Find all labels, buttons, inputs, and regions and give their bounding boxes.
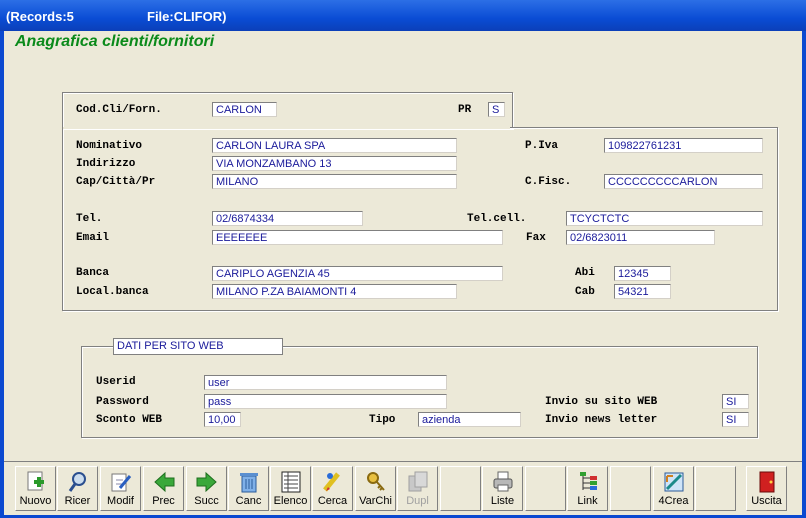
telcell-field[interactable]: TCYCTCTC xyxy=(566,211,763,226)
sconto-label: Sconto WEB xyxy=(96,414,163,426)
userid-label: Userid xyxy=(96,376,136,388)
window-frame-right xyxy=(802,31,806,518)
search-icon xyxy=(68,472,86,492)
page-title: Anagrafica clienti/fornitori xyxy=(15,33,215,50)
new-document-icon xyxy=(27,471,44,491)
localbanca-label: Local.banca xyxy=(76,286,149,298)
web-panel-legend: DATI PER SITO WEB xyxy=(113,338,283,355)
pr-label: PR xyxy=(458,104,472,116)
design-tools-icon xyxy=(664,472,684,492)
title-bar: (Records:5 File:CLIFOR) xyxy=(0,0,806,31)
cap-label: Cap/Città/Pr xyxy=(76,176,156,188)
uscita-button[interactable]: Uscita xyxy=(746,466,787,511)
tel-field[interactable]: 02/6874334 xyxy=(212,211,363,226)
indirizzo-field[interactable]: VIA MONZAMBANO 13 xyxy=(212,156,457,171)
records-count: (Records:5 xyxy=(6,9,74,24)
localbanca-field[interactable]: MILANO P.ZA BAIAMONTI 4 xyxy=(212,284,457,299)
nominativo-label: Nominativo xyxy=(76,140,143,152)
key-icon xyxy=(367,472,385,491)
userid-field[interactable]: user xyxy=(204,375,447,390)
banca-label: Banca xyxy=(76,267,110,279)
blank-button-2[interactable] xyxy=(525,466,566,511)
indirizzo-label: Indirizzo xyxy=(76,158,136,170)
codcli-label: Cod.Cli/Forn. xyxy=(76,104,162,116)
piva-label: P.Iva xyxy=(525,140,559,152)
password-field[interactable]: pass xyxy=(204,394,447,409)
invio-sito-field[interactable]: SI xyxy=(722,394,749,409)
email-label: Email xyxy=(76,232,110,244)
printer-icon xyxy=(493,471,513,492)
duplicate-icon xyxy=(408,471,428,492)
nominativo-field[interactable]: CARLON LAURA SPA xyxy=(212,138,457,153)
cab-field[interactable]: 54321 xyxy=(614,284,671,299)
codcli-field[interactable]: CARLON xyxy=(212,102,277,117)
abi-field[interactable]: 12345 xyxy=(614,266,671,281)
invio-news-label: Invio news letter xyxy=(545,414,658,426)
tipo-field[interactable]: azienda xyxy=(418,412,521,427)
piva-field[interactable]: 109822761231 xyxy=(604,138,763,153)
blank-button-1[interactable] xyxy=(440,466,481,511)
liste-button[interactable]: Liste xyxy=(482,466,523,511)
invio-news-field[interactable]: SI xyxy=(722,412,749,427)
modif-button[interactable]: Modif xyxy=(100,466,141,511)
list-icon xyxy=(281,471,301,493)
crea-button[interactable]: 4Crea xyxy=(653,466,694,511)
exit-door-icon xyxy=(759,471,775,493)
ricer-button[interactable]: Ricer xyxy=(57,466,98,511)
panel-join xyxy=(63,127,510,129)
telcell-label: Tel.cell. xyxy=(467,213,527,225)
fax-label: Fax xyxy=(526,232,546,244)
elenco-button[interactable]: Elenco xyxy=(270,466,311,511)
banca-field[interactable]: CARIPLO AGENZIA 45 xyxy=(212,266,503,281)
arrow-right-icon xyxy=(196,471,217,493)
tel-label: Tel. xyxy=(76,213,103,225)
cerca-button[interactable]: Cerca xyxy=(312,466,353,511)
pr-field[interactable]: S xyxy=(488,102,505,117)
cfisc-label: C.Fisc. xyxy=(525,176,572,188)
prec-button[interactable]: Prec xyxy=(143,466,184,511)
edit-document-icon xyxy=(111,473,132,492)
file-name: File:CLIFOR) xyxy=(147,9,227,24)
nuovo-button[interactable]: Nuovo xyxy=(15,466,56,511)
tipo-label: Tipo xyxy=(369,414,396,426)
link-button[interactable]: Link xyxy=(567,466,608,511)
invio-sito-label: Invio su sito WEB xyxy=(545,396,658,408)
cap-field[interactable]: MILANO xyxy=(212,174,457,189)
trash-icon xyxy=(240,473,258,493)
sconto-field[interactable]: 10,00 xyxy=(204,412,241,427)
email-field[interactable]: EEEEEEE xyxy=(212,230,503,245)
highlighter-icon xyxy=(323,472,340,492)
fax-field[interactable]: 02/6823011 xyxy=(566,230,715,245)
succ-button[interactable]: Succ xyxy=(186,466,227,511)
varchi-button[interactable]: VarChi xyxy=(355,466,396,511)
canc-button[interactable]: Canc xyxy=(228,466,269,511)
dupl-button[interactable]: Dupl xyxy=(397,466,438,511)
blank-button-3[interactable] xyxy=(610,466,651,511)
password-label: Password xyxy=(96,396,149,408)
cab-label: Cab xyxy=(575,286,595,298)
blank-button-4[interactable] xyxy=(695,466,736,511)
arrow-left-icon xyxy=(154,471,175,493)
cfisc-field[interactable]: CCCCCCCCCARLON xyxy=(604,174,763,189)
abi-label: Abi xyxy=(575,267,595,279)
network-tree-icon xyxy=(580,472,597,490)
